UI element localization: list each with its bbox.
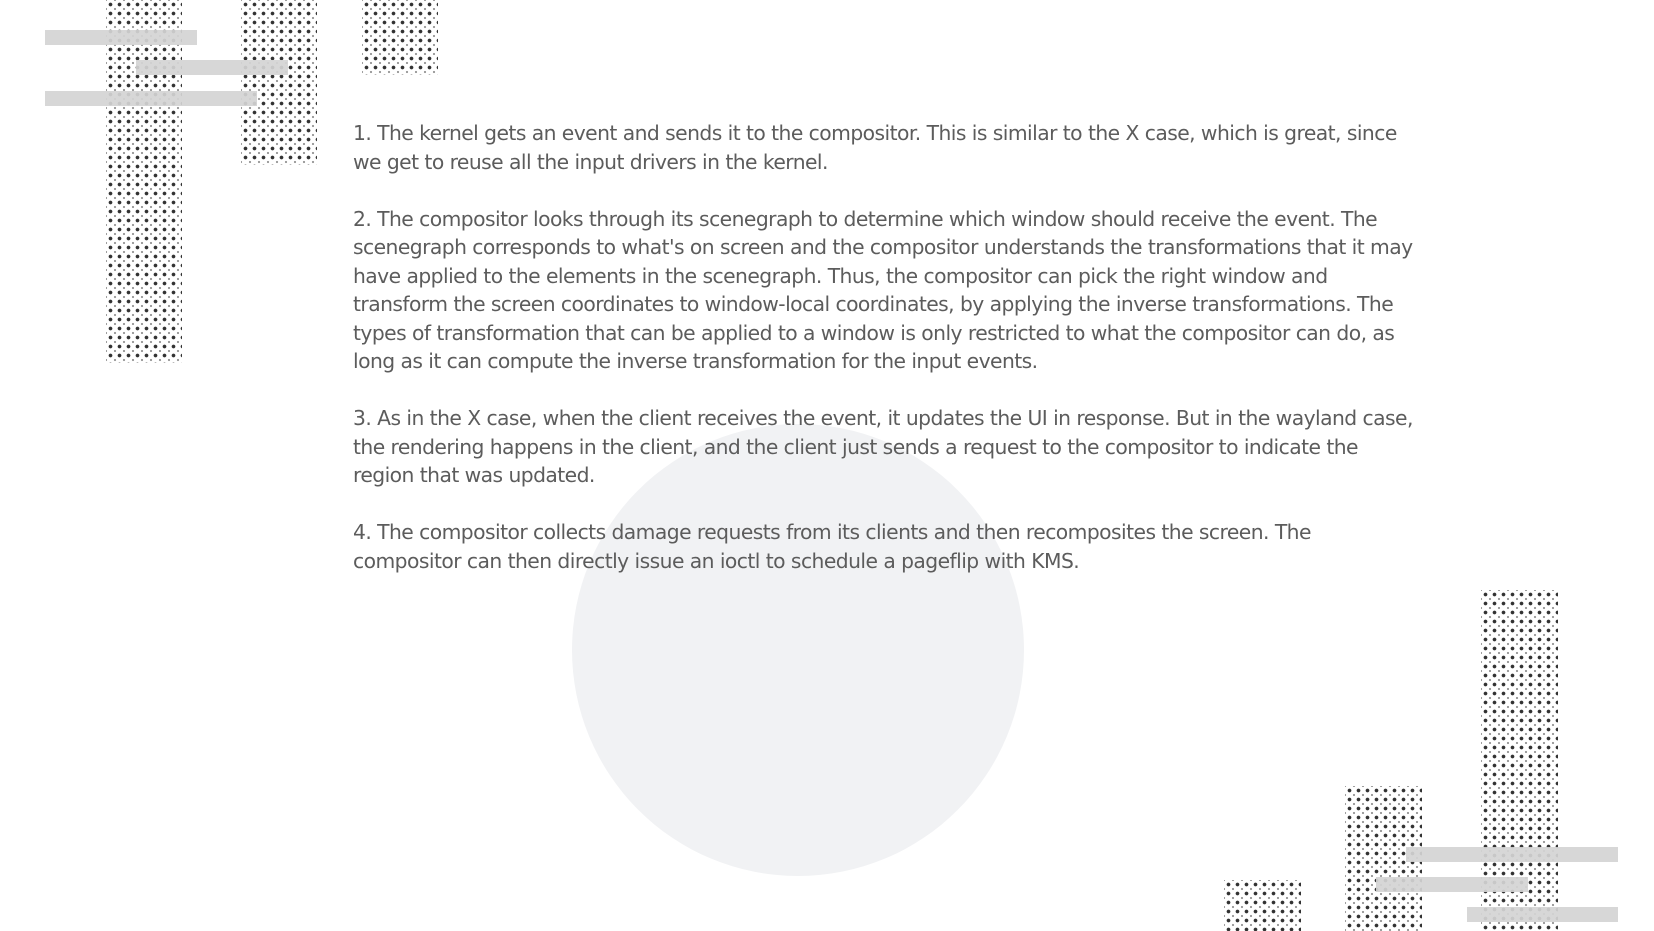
paragraph-step-2: 2. The compositor looks through its scen… (353, 206, 1413, 374)
decorative-bar (45, 91, 257, 106)
dot-pattern-column (241, 0, 317, 165)
dot-pattern-column (362, 0, 438, 75)
decorative-bar (1467, 907, 1618, 922)
slide-body: 1. The kernel gets an event and sends it… (353, 119, 1423, 604)
decorative-bar (1376, 877, 1528, 892)
paragraph-step-1: 1. The kernel gets an event and sends it… (353, 121, 1397, 174)
decorative-bar (45, 30, 197, 45)
decorative-bar (136, 60, 288, 75)
paragraph-step-3: 3. As in the X case, when the client rec… (353, 406, 1413, 487)
paragraph-step-4: 4. The compositor collects damage reques… (353, 520, 1311, 573)
slide: 1. The kernel gets an event and sends it… (0, 0, 1654, 931)
dot-pattern-column (1224, 880, 1301, 931)
decorative-bar (1406, 847, 1618, 862)
dot-pattern-column (106, 0, 182, 363)
